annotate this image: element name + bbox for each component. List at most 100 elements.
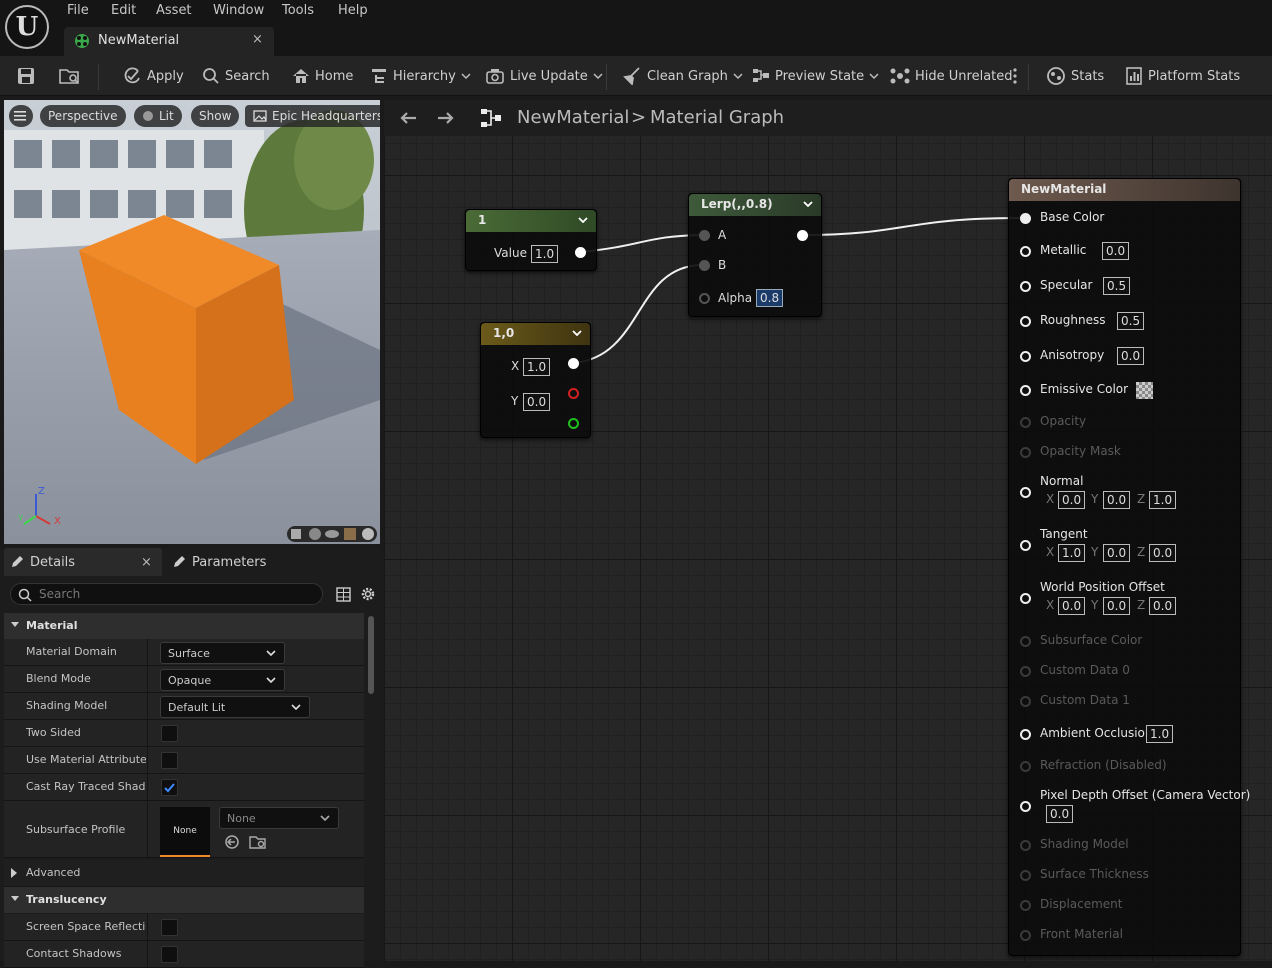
- tangent-y-field[interactable]: 0.0: [1103, 544, 1131, 562]
- forward-arrow-icon[interactable]: [436, 110, 456, 126]
- breadcrumb-asset[interactable]: NewMaterial: [517, 107, 629, 128]
- lit-button[interactable]: Lit: [134, 105, 182, 127]
- alpha-input-pin[interactable]: [699, 293, 710, 304]
- save-icon[interactable]: [16, 66, 36, 86]
- preview-mesh-toolbar[interactable]: [287, 526, 377, 542]
- category-translucency[interactable]: Translucency: [4, 887, 364, 913]
- b-input-pin[interactable]: [699, 260, 710, 271]
- tangent-z-field[interactable]: 0.0: [1149, 544, 1177, 562]
- wpo-y-field[interactable]: 0.0: [1103, 597, 1131, 615]
- shading-model-dropdown[interactable]: Default Lit: [160, 696, 310, 718]
- row-shading-model: Shading Model Default Lit: [4, 693, 364, 720]
- lit-sphere-icon: [143, 111, 153, 121]
- ao-field[interactable]: 1.0: [1146, 725, 1174, 743]
- output-pin[interactable]: [797, 230, 808, 241]
- cast-ray-traced-shadows-checkbox[interactable]: [161, 779, 178, 796]
- browse-icon[interactable]: [58, 66, 82, 86]
- constant-node-header[interactable]: 1: [466, 210, 596, 232]
- y-field[interactable]: 0.0: [523, 393, 551, 411]
- screen-space-reflections-checkbox[interactable]: [161, 919, 178, 936]
- preview-state-button[interactable]: Preview State: [752, 66, 879, 86]
- g-output-pin[interactable]: [568, 418, 579, 429]
- chevron-down-icon[interactable]: [578, 217, 588, 223]
- specular-field[interactable]: 0.5: [1103, 277, 1131, 295]
- category-advanced[interactable]: Advanced: [4, 860, 364, 887]
- material-graph-canvas[interactable]: 1 Value 1.0 1,0 X 1.0 Y 0.0 Lerp(,,0.8) …: [384, 136, 1272, 961]
- use-material-attributes-checkbox[interactable]: [161, 752, 178, 769]
- tangent-x-field[interactable]: 1.0: [1058, 544, 1086, 562]
- platform-stats-label: Platform Stats: [1148, 68, 1241, 84]
- menu-tools[interactable]: Tools: [282, 3, 314, 21]
- menu-help[interactable]: Help: [338, 3, 368, 21]
- normal-z-field[interactable]: 1.0: [1149, 491, 1177, 509]
- perspective-button[interactable]: Perspective: [40, 105, 126, 127]
- use-selected-icon[interactable]: [224, 834, 240, 850]
- wpo-z-field[interactable]: 0.0: [1149, 597, 1177, 615]
- search-input[interactable]: Search: [10, 583, 323, 605]
- stats-button[interactable]: Stats: [1046, 66, 1104, 86]
- a-input-pin[interactable]: [699, 230, 710, 241]
- lerp-node-header[interactable]: Lerp(,,0.8): [689, 194, 821, 216]
- menu-asset[interactable]: Asset: [156, 3, 192, 21]
- axis-z-label: Z: [38, 486, 45, 497]
- wpo-x-field[interactable]: 0.0: [1058, 597, 1086, 615]
- x-field[interactable]: 1.0: [523, 358, 551, 376]
- subsurface-profile-dropdown[interactable]: None: [219, 807, 339, 829]
- environment-button[interactable]: Epic Headquarters: [245, 105, 380, 127]
- lit-label: Lit: [159, 109, 174, 123]
- browse-asset-icon[interactable]: [249, 834, 267, 850]
- constant2-node[interactable]: 1,0 X 1.0 Y 0.0: [480, 322, 591, 438]
- hide-unrelated-button[interactable]: Hide Unrelated: [890, 66, 1013, 86]
- hierarchy-button[interactable]: Hierarchy: [370, 66, 471, 86]
- more-options-icon[interactable]: [1012, 68, 1018, 84]
- material-domain-dropdown[interactable]: Surface: [160, 642, 285, 664]
- alpha-field[interactable]: 0.8: [756, 289, 784, 307]
- menu-edit[interactable]: Edit: [111, 3, 136, 21]
- menu-file[interactable]: File: [67, 3, 89, 21]
- normal-x-field[interactable]: 0.0: [1058, 491, 1086, 509]
- asset-tab[interactable]: NewMaterial ×: [64, 27, 274, 56]
- output-pin[interactable]: [575, 247, 586, 258]
- chevron-down-icon: [266, 677, 276, 683]
- lerp-node[interactable]: Lerp(,,0.8) A B Alpha 0.8: [688, 193, 822, 317]
- constant-node[interactable]: 1 Value 1.0: [465, 209, 597, 271]
- pdo-field[interactable]: 0.0: [1046, 805, 1074, 823]
- tab-close-icon[interactable]: ×: [252, 32, 263, 47]
- search-button[interactable]: Search: [202, 66, 270, 86]
- chevron-right-icon: [11, 868, 17, 878]
- two-sided-checkbox[interactable]: [161, 725, 178, 742]
- home-button[interactable]: Home: [292, 66, 353, 86]
- gear-icon[interactable]: [360, 586, 376, 602]
- category-material[interactable]: Material: [4, 613, 364, 639]
- blend-mode-dropdown[interactable]: Opaque: [160, 669, 285, 691]
- metallic-field[interactable]: 0.0: [1102, 242, 1130, 260]
- viewport-menu-button[interactable]: [9, 105, 33, 127]
- table-view-icon[interactable]: [336, 587, 351, 602]
- scrollbar[interactable]: [368, 616, 374, 694]
- contact-shadows-checkbox[interactable]: [161, 946, 178, 963]
- back-arrow-icon[interactable]: [398, 110, 418, 126]
- emissive-color-swatch[interactable]: [1136, 382, 1153, 399]
- constant2-node-header[interactable]: 1,0: [481, 323, 590, 345]
- live-update-label: Live Update: [510, 68, 588, 84]
- roughness-field[interactable]: 0.5: [1117, 312, 1145, 330]
- r-output-pin[interactable]: [568, 388, 579, 399]
- preview-viewport[interactable]: Perspective Lit Show Epic Headquarters Z…: [4, 100, 380, 544]
- apply-button[interactable]: Apply: [122, 66, 184, 86]
- value-field[interactable]: 1.0: [531, 245, 559, 263]
- platform-stats-button[interactable]: Platform Stats: [1125, 66, 1240, 86]
- normal-y-field[interactable]: 0.0: [1103, 491, 1131, 509]
- show-button[interactable]: Show: [191, 105, 240, 127]
- output-pin[interactable]: [568, 358, 579, 369]
- anisotropy-field[interactable]: 0.0: [1117, 347, 1145, 365]
- tab-parameters[interactable]: Parameters: [172, 548, 266, 576]
- clean-graph-button[interactable]: Clean Graph: [622, 66, 743, 86]
- chevron-down-icon[interactable]: [803, 201, 813, 207]
- menu-window[interactable]: Window: [213, 3, 264, 21]
- tab-details-label: Details: [10, 548, 75, 576]
- close-icon[interactable]: ×: [141, 555, 152, 570]
- live-update-button[interactable]: Live Update: [485, 66, 603, 86]
- chevron-down-icon[interactable]: [572, 330, 582, 336]
- subsurface-profile-thumbnail[interactable]: None: [160, 807, 210, 857]
- unreal-logo-icon[interactable]: U: [5, 5, 49, 49]
